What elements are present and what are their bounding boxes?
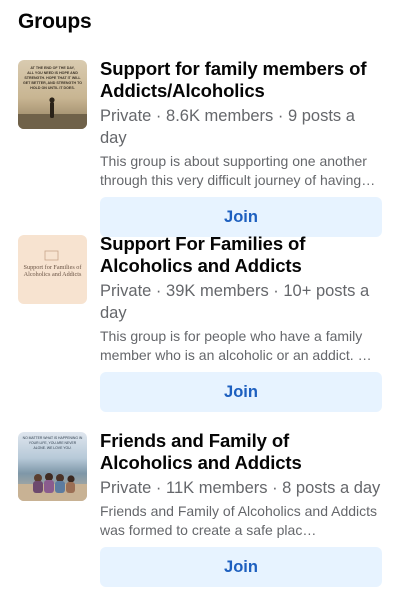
join-button[interactable]: Join xyxy=(100,372,382,412)
svg-text:ALONE. WE LOVE YOU.: ALONE. WE LOVE YOU. xyxy=(34,446,72,450)
group-description: Friends and Family of Alcoholics and Add… xyxy=(100,503,378,538)
svg-text:GET BETTER, AND STRENGTH TO: GET BETTER, AND STRENGTH TO xyxy=(23,81,82,85)
svg-text:HOLD ON UNTIL IT DOES.: HOLD ON UNTIL IT DOES. xyxy=(30,86,74,90)
group-meta: Private · 8.6K members · 9 posts a day xyxy=(100,107,355,147)
group-thumbnail-image: NO MATTER WHAT IS HAPPENING IN YOUR LIFE… xyxy=(18,436,87,501)
svg-text:NO MATTER WHAT IS HAPPENING IN: NO MATTER WHAT IS HAPPENING IN xyxy=(23,436,83,440)
group-meta: Private · 11K members · 8 posts a day xyxy=(100,479,381,497)
svg-text:AT THE END OF THE DAY,: AT THE END OF THE DAY, xyxy=(30,66,74,70)
join-button[interactable]: Join xyxy=(100,547,382,587)
group-name[interactable]: Friends and Family of Alcoholics and Add… xyxy=(100,430,384,474)
section-title: Groups xyxy=(18,10,92,33)
group-meta: Private · 39K members · 10+ posts a day xyxy=(100,282,370,322)
group-thumbnail-image: AT THE END OF THE DAY, ALL YOU NEED IS H… xyxy=(18,66,87,129)
group-thumbnail[interactable]: AT THE END OF THE DAY, ALL YOU NEED IS H… xyxy=(18,60,87,129)
svg-text:ALL YOU NEED IS HOPE AND: ALL YOU NEED IS HOPE AND xyxy=(27,71,78,75)
group-description: This group is for people who have a fami… xyxy=(100,328,372,363)
group-thumbnail-image: Support for Families of Alcoholics and A… xyxy=(24,250,83,278)
svg-text:Alcoholics and Addicts: Alcoholics and Addicts xyxy=(24,271,82,278)
svg-text:Support for Families of: Support for Families of xyxy=(24,264,83,271)
group-name[interactable]: Support For Families of Alcoholics and A… xyxy=(100,233,384,277)
group-description: This group is about supporting one anoth… xyxy=(100,153,376,188)
svg-text:STRENGTH. HOPE THAT IT WILL: STRENGTH. HOPE THAT IT WILL xyxy=(24,76,81,80)
join-button[interactable]: Join xyxy=(100,197,382,237)
group-thumbnail[interactable]: Support for Families of Alcoholics and A… xyxy=(18,235,87,304)
group-thumbnail[interactable]: NO MATTER WHAT IS HAPPENING IN YOUR LIFE… xyxy=(18,432,87,501)
group-name[interactable]: Support for family members of Addicts/Al… xyxy=(100,58,384,102)
svg-text:YOUR LIFE, YOU ARE NEVER: YOUR LIFE, YOU ARE NEVER xyxy=(29,441,77,445)
